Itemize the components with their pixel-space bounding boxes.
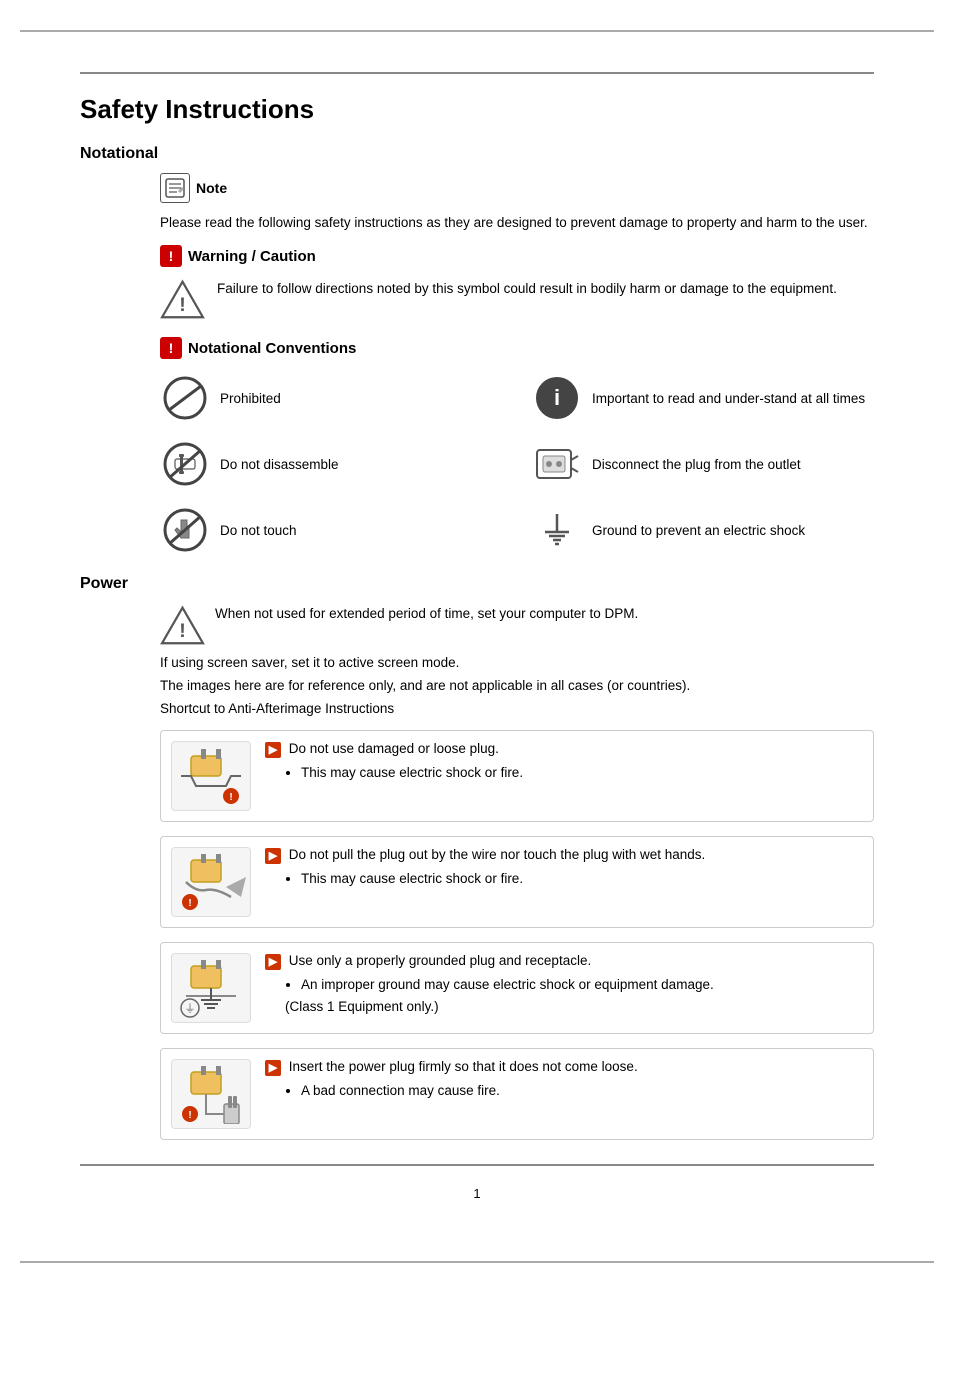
convention-disconnect-text: Disconnect the plug from the outlet <box>592 457 801 472</box>
conventions-grid: Prohibited i Important to read and under… <box>160 373 874 555</box>
power-item-2-icon: ▶ <box>265 848 281 864</box>
power-warning-text3: The images here are for reference only, … <box>160 678 874 693</box>
power-item-3-bullet: An improper ground may cause electric sh… <box>301 974 714 996</box>
no-disassemble-icon <box>160 439 210 489</box>
power-item-2-main: Do not pull the plug out by the wire nor… <box>289 847 706 862</box>
power-warning-text2: If using screen saver, set it to active … <box>160 655 874 670</box>
prohibited-icon <box>160 373 210 423</box>
power-plug-image-2: ! <box>171 847 251 917</box>
conventions-heading-row: ! Notational Conventions <box>160 337 874 359</box>
svg-text:!: ! <box>179 294 186 316</box>
page-number: 1 <box>80 1186 874 1201</box>
power-plug-image-1: ! <box>171 741 251 811</box>
convention-no-disassemble: Do not disassemble <box>160 439 502 489</box>
no-touch-icon <box>160 505 210 555</box>
power-item-1-main: Do not use damaged or loose plug. <box>289 741 499 756</box>
convention-prohibited-text: Prohibited <box>220 391 281 406</box>
svg-text:i: i <box>554 385 560 410</box>
warning-caution-row: ! Warning / Caution <box>160 245 874 267</box>
power-warning-texts: When not used for extended period of tim… <box>215 603 638 625</box>
conventions-heading: Notational Conventions <box>188 340 356 357</box>
warning-icon: ! <box>160 245 182 267</box>
convention-no-touch-text: Do not touch <box>220 523 297 538</box>
note-description: Please read the following safety instruc… <box>160 213 874 233</box>
conventions-warning-icon: ! <box>160 337 182 359</box>
svg-text:!: ! <box>188 1110 191 1121</box>
power-item-3-icon: ▶ <box>265 954 281 970</box>
power-item-1-bullet: This may cause electric shock or fire. <box>301 762 523 784</box>
power-item-3-main: Use only a properly grounded plug and re… <box>289 953 591 968</box>
note-box: Note <box>160 173 874 203</box>
power-item-2-bullet: This may cause electric shock or fire. <box>301 868 705 890</box>
power-item-3: ⏚ ▶ Use only a properly grounded plug an… <box>160 942 874 1034</box>
triangle-warning-icon: ! <box>160 279 205 319</box>
power-item-3-text: ▶ Use only a properly grounded plug and … <box>265 953 714 1014</box>
power-item-1-icon: ▶ <box>265 742 281 758</box>
svg-text:⏚: ⏚ <box>185 1002 196 1015</box>
convention-important-text: Important to read and under-stand at all… <box>592 391 865 406</box>
power-warning-text4: Shortcut to Anti-Afterimage Instructions <box>160 701 874 716</box>
power-warning-block: ! When not used for extended period of t… <box>160 603 874 645</box>
convention-ground-text: Ground to prevent an electric shock <box>592 523 805 538</box>
power-item-1-text: ▶ Do not use damaged or loose plug. This… <box>265 741 523 783</box>
convention-no-touch: Do not touch <box>160 505 502 555</box>
page-title: Safety Instructions <box>80 94 874 125</box>
power-item-4-main: Insert the power plug firmly so that it … <box>289 1059 638 1074</box>
note-label: Note <box>196 180 227 196</box>
power-item-2: ! ▶ Do not pull the plug out by the wire… <box>160 836 874 928</box>
power-heading: Power <box>80 575 874 593</box>
convention-ground: Ground to prevent an electric shock <box>532 505 874 555</box>
svg-text:!: ! <box>179 620 186 642</box>
power-warning-text1: When not used for extended period of tim… <box>215 603 638 625</box>
svg-text:!: ! <box>188 898 191 909</box>
power-plug-image-3: ⏚ <box>171 953 251 1023</box>
power-item-4-icon: ▶ <box>265 1060 281 1076</box>
power-item-4-bullet: A bad connection may cause fire. <box>301 1080 638 1102</box>
important-icon: i <box>532 373 582 423</box>
svg-text:!: ! <box>229 792 232 803</box>
warning-description: Failure to follow directions noted by th… <box>217 279 837 299</box>
notational-heading: Notational <box>80 145 874 163</box>
convention-prohibited: Prohibited <box>160 373 502 423</box>
power-item-4-text: ▶ Insert the power plug firmly so that i… <box>265 1059 638 1101</box>
warning-caution-label: Warning / Caution <box>188 248 316 265</box>
power-section: Power ! When not used for extended perio… <box>80 575 874 1140</box>
power-item-2-text: ▶ Do not pull the plug out by the wire n… <box>265 847 705 889</box>
power-triangle-icon: ! <box>160 605 205 645</box>
power-item-3-note: (Class 1 Equipment only.) <box>285 999 714 1014</box>
notational-section: Notational Note Please read the followin… <box>80 145 874 555</box>
power-item-1: ! ▶ Do not use damaged or loose plug. Th… <box>160 730 874 822</box>
note-icon <box>160 173 190 203</box>
convention-no-disassemble-text: Do not disassemble <box>220 457 339 472</box>
ground-icon <box>532 505 582 555</box>
convention-important: i Important to read and under-stand at a… <box>532 373 874 423</box>
warning-text-block: ! Failure to follow directions noted by … <box>160 279 874 319</box>
convention-disconnect: Disconnect the plug from the outlet <box>532 439 874 489</box>
power-item-4: ! ▶ Insert the power plug firmly so that… <box>160 1048 874 1140</box>
power-plug-image-4: ! <box>171 1059 251 1129</box>
disconnect-icon <box>532 439 582 489</box>
